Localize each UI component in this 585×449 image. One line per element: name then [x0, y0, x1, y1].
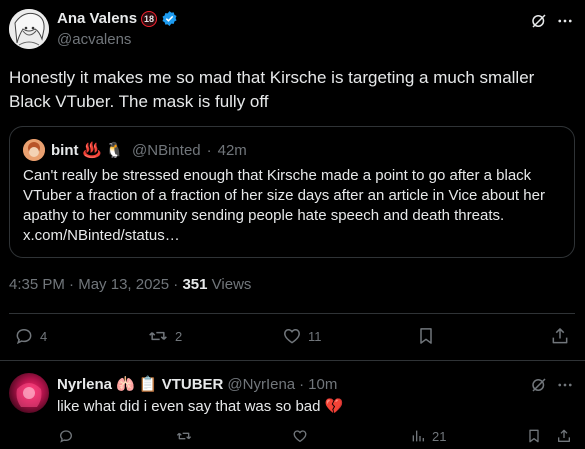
tweet-text: Honestly it makes me so mad that Kirsche…: [9, 68, 535, 111]
heart-icon: [292, 428, 308, 444]
reply-count: 4: [40, 328, 48, 344]
quoted-author-avatar: [23, 139, 45, 161]
reply-button[interactable]: 4: [14, 326, 47, 346]
quoted-separator: ·: [206, 141, 212, 159]
quoted-author-name: bint: [51, 141, 79, 159]
tweet-date[interactable]: May 13, 2025: [78, 276, 169, 293]
reply-views-button[interactable]: 21: [410, 428, 446, 444]
divider: [0, 360, 585, 361]
meta-separator: ·: [173, 276, 179, 293]
reply-icon: [14, 326, 34, 346]
reply-author-avatar[interactable]: [9, 373, 49, 413]
views-chart-icon: [410, 428, 426, 444]
reply-header: Nyrlena 🫁 📋 VTUBER @NyrIena · 10m: [57, 375, 337, 394]
share-icon: [550, 326, 570, 346]
reply-author-name-suffix: 🫁 📋 VTUBER: [116, 376, 224, 393]
reply-reply-button[interactable]: [58, 428, 74, 444]
quoted-age: 42m: [217, 141, 247, 159]
author-avatar[interactable]: [9, 9, 49, 49]
meta-separator: ·: [69, 276, 75, 293]
bookmark-icon: [416, 326, 436, 346]
repost-icon: [147, 326, 169, 346]
divider: [9, 313, 575, 314]
reply-separator: ·: [299, 375, 305, 393]
reply-share-button[interactable]: [556, 428, 572, 444]
repost-count: 2: [175, 328, 183, 344]
author-handle[interactable]: @acvalens: [57, 31, 131, 48]
heart-icon: [282, 326, 302, 346]
repost-button[interactable]: 2: [147, 326, 182, 346]
quoted-author-handle: @NBinted: [132, 141, 201, 159]
tweet-time[interactable]: 4:35 PM: [9, 276, 65, 293]
grok-icon[interactable]: [529, 375, 549, 395]
like-count: 11: [308, 328, 322, 344]
reply-author-name[interactable]: Nyrlena: [57, 376, 112, 393]
more-options-icon[interactable]: [555, 375, 575, 395]
reply-bookmark-button[interactable]: [526, 428, 542, 444]
reply-text: like what did i even say that was so bad…: [57, 398, 344, 415]
author-name-row: Ana Valens 18: [57, 10, 178, 27]
verified-badge-icon: [161, 10, 178, 27]
tweet-action-bar: 4 2 11: [0, 318, 585, 356]
grok-icon[interactable]: [529, 11, 549, 31]
tweet-detail-view: Ana Valens 18 @acvalens Honestly it make…: [0, 0, 585, 449]
reply-age[interactable]: 10m: [308, 376, 337, 393]
bookmark-button[interactable]: [416, 326, 436, 346]
author-name[interactable]: Ana Valens: [57, 10, 137, 27]
views-count: 351: [182, 276, 208, 293]
share-icon: [556, 428, 572, 444]
quoted-tweet-text: Can't really be stressed enough that Kir…: [23, 167, 545, 244]
views-label: Views: [211, 276, 252, 293]
repost-icon: [175, 428, 193, 444]
share-button[interactable]: [550, 326, 570, 346]
quoted-tweet-header: bint ♨️ 🐧 @NBinted · 42m: [23, 139, 247, 161]
bookmark-icon: [526, 428, 542, 444]
quoted-author-emoji: ♨️ 🐧: [82, 142, 125, 159]
quoted-tweet-card[interactable]: bint ♨️ 🐧 @NBinted · 42m Can't really be…: [9, 126, 575, 258]
tweet-meta: 4:35 PM · May 13, 2025 · 351 Views: [9, 276, 251, 293]
reply-author-handle[interactable]: @NyrIena: [227, 376, 295, 393]
reply-views-count: 21: [432, 428, 447, 444]
reply-like-button[interactable]: [292, 428, 308, 444]
more-options-icon[interactable]: [555, 11, 575, 31]
age-18-badge-icon: 18: [141, 10, 158, 27]
reply-icon: [58, 428, 74, 444]
like-button[interactable]: 11: [282, 326, 322, 346]
reply-repost-button[interactable]: [175, 428, 193, 444]
